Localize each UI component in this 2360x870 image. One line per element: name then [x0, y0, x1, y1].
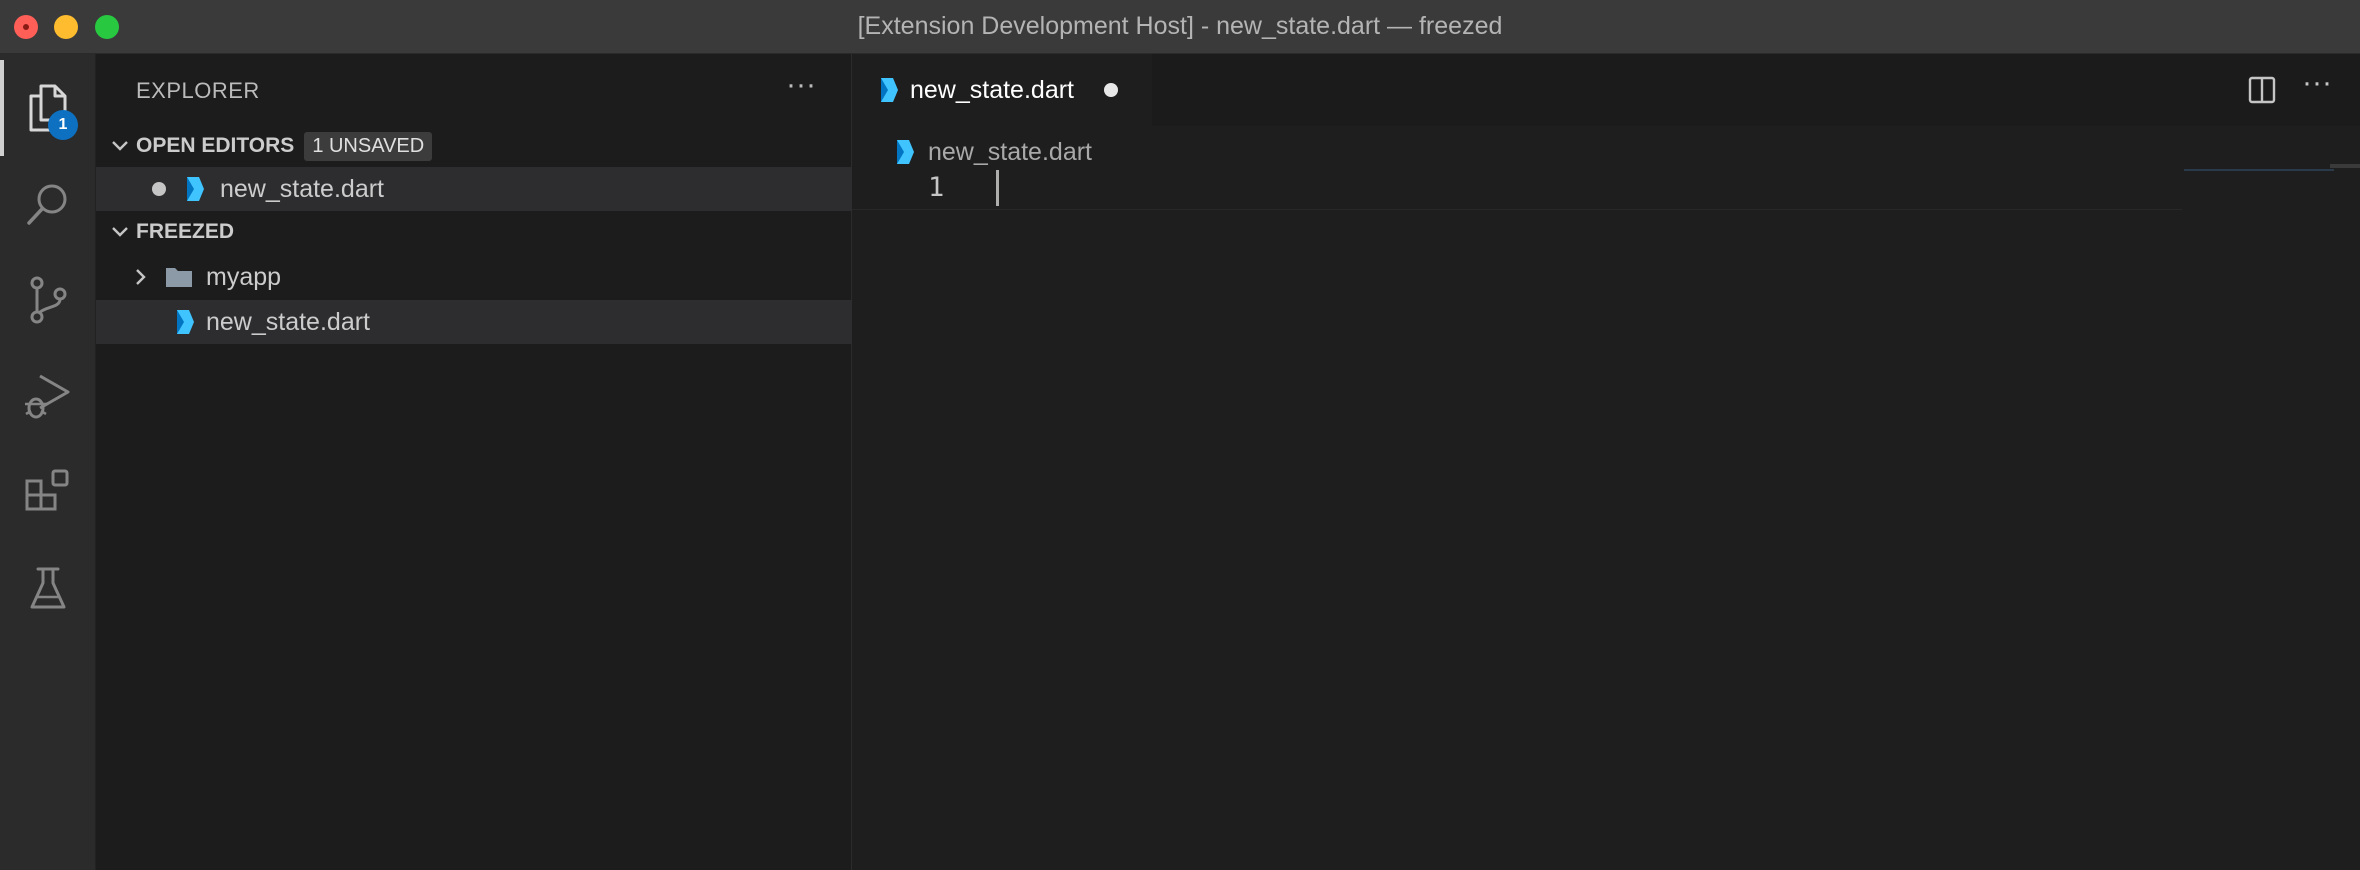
open-editor-item[interactable]: new_state.dart	[96, 167, 852, 211]
source-control-icon	[30, 276, 67, 324]
tree-item-label: new_state.dart	[206, 307, 370, 336]
title-bar: [Extension Development Host] - new_state…	[0, 0, 2360, 54]
line-number: 1	[928, 172, 945, 203]
chevron-down-icon	[112, 227, 128, 237]
extensions-icon	[25, 469, 69, 511]
dart-file-icon	[881, 78, 898, 102]
open-editors-title: OPEN EDITORS	[136, 134, 295, 157]
run-debug-icon	[25, 374, 70, 419]
extensions-button[interactable]	[0, 444, 96, 540]
folder-icon	[166, 268, 192, 287]
explorer-badge: 1	[48, 110, 78, 140]
search-icon	[27, 184, 67, 225]
explorer-more-icon[interactable]: ···	[786, 70, 816, 100]
explorer-button[interactable]: 1	[0, 60, 96, 156]
scrollbar-indicator[interactable]	[2330, 164, 2360, 168]
minimap[interactable]	[2184, 169, 2334, 171]
workspace-section-header[interactable]: FREEZED	[96, 212, 852, 252]
chevron-down-icon	[112, 141, 128, 151]
source-control-button[interactable]	[0, 252, 96, 348]
open-editor-label: new_state.dart	[220, 174, 384, 203]
tree-item-myapp[interactable]: myapp	[96, 255, 852, 299]
workspace-title: FREEZED	[136, 220, 235, 243]
search-button[interactable]	[0, 156, 96, 252]
breadcrumb-label: new_state.dart	[928, 137, 1092, 166]
split-editor-icon[interactable]	[2246, 74, 2278, 106]
editor-more-icon[interactable]: ···	[2302, 68, 2332, 98]
testing-icon	[30, 567, 66, 609]
code-line[interactable]: 1	[852, 166, 2182, 210]
activity-bar: 1	[0, 54, 96, 870]
text-cursor	[996, 170, 999, 206]
explorer-sidebar: EXPLORER ··· OPEN EDITORS 1 UNSAVED new_…	[96, 54, 852, 870]
tab-new-state[interactable]: new_state.dart	[852, 54, 1152, 126]
dart-file-icon	[897, 140, 914, 164]
run-debug-button[interactable]	[0, 348, 96, 444]
unsaved-dot-icon[interactable]	[1104, 83, 1118, 97]
editor-area: new_state.dart ··· new_state.dart 1	[852, 54, 2360, 870]
testing-button[interactable]	[0, 540, 96, 636]
tree-item-label: myapp	[206, 262, 282, 291]
tree-item-new-state[interactable]: new_state.dart	[96, 300, 852, 344]
dart-file-icon	[187, 177, 204, 201]
open-editors-section-header[interactable]: OPEN EDITORS 1 UNSAVED	[96, 126, 852, 166]
tab-bar: new_state.dart ···	[852, 54, 2360, 126]
dart-file-icon	[177, 310, 194, 334]
unsaved-badge: 1 UNSAVED	[304, 131, 433, 161]
explorer-title: EXPLORER	[136, 78, 260, 103]
window-title: [Extension Development Host] - new_state…	[857, 12, 1503, 40]
tab-label: new_state.dart	[910, 75, 1074, 104]
chevron-right-icon	[136, 269, 146, 285]
dirty-indicator-icon[interactable]	[152, 182, 166, 196]
